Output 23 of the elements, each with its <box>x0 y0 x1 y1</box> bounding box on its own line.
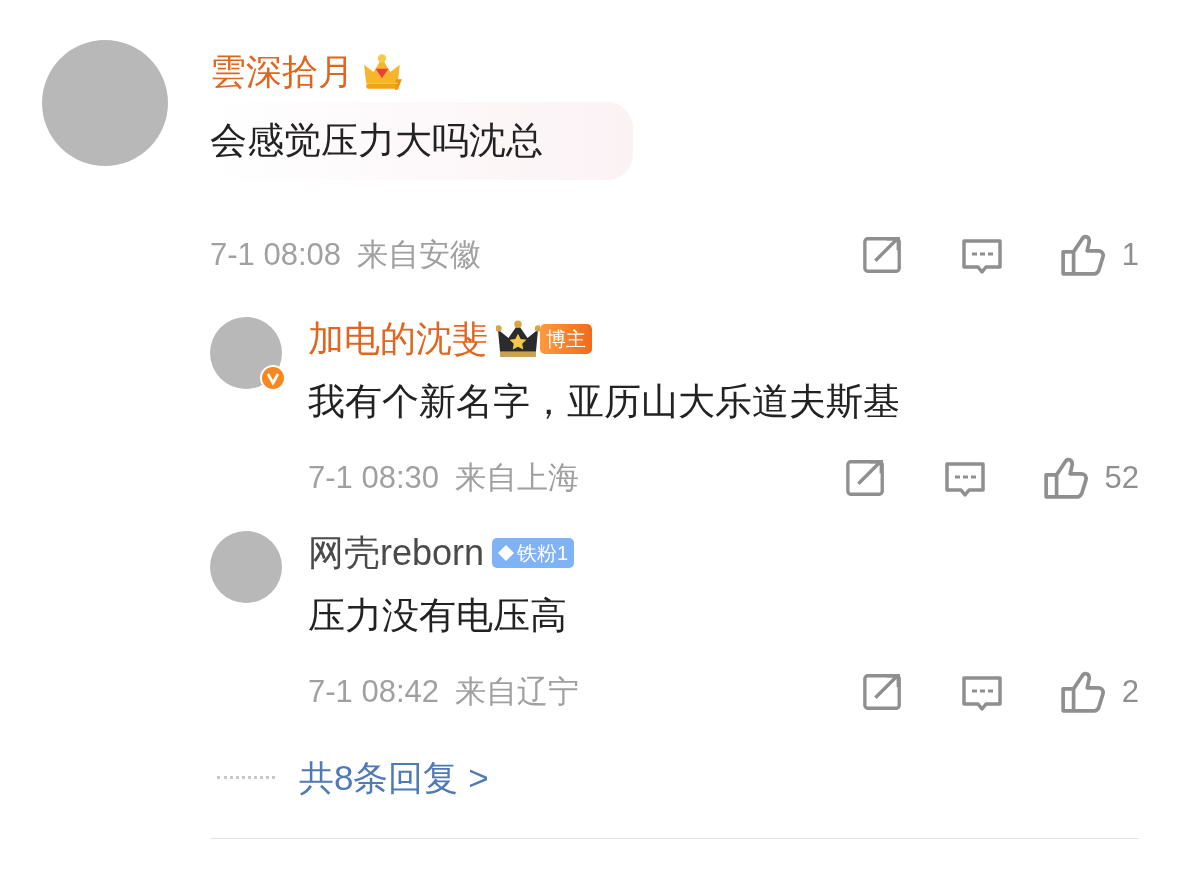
more-replies-link[interactable]: 共8条回复 > <box>299 751 489 804</box>
reply-text: 压力没有电压高 <box>308 594 568 638</box>
like-count: 52 <box>1104 458 1139 497</box>
crown-icon <box>496 319 540 358</box>
reply-text: 我有个新名字，亚历山大乐道夫斯基 <box>308 379 901 424</box>
comment-location: 来自上海 <box>455 458 579 497</box>
fan-badge: 铁粉1 <box>492 538 575 568</box>
like-count: 1 <box>1121 236 1139 274</box>
like-count: 2 <box>1121 673 1139 711</box>
user-name[interactable]: 雲深拾月 <box>210 50 354 94</box>
user-name[interactable]: 加电的沈斐 <box>308 316 488 361</box>
blogger-badge: 博主 <box>540 323 592 354</box>
diamond-icon <box>498 545 515 561</box>
comment-time: 7-1 08:42 <box>308 673 439 711</box>
user-name[interactable]: 网壳reborn <box>308 531 485 575</box>
comment-text: 会感觉压力大吗沈总 <box>210 119 543 163</box>
comment-location: 来自辽宁 <box>455 673 579 711</box>
thumbs-up-icon[interactable] <box>1059 669 1106 716</box>
crown-icon <box>362 52 404 92</box>
comment-location: 来自安徽 <box>357 236 481 274</box>
thumbs-up-icon[interactable] <box>1059 232 1106 279</box>
comment-time: 7-1 08:08 <box>210 236 341 274</box>
comment-time: 7-1 08:30 <box>308 458 439 497</box>
